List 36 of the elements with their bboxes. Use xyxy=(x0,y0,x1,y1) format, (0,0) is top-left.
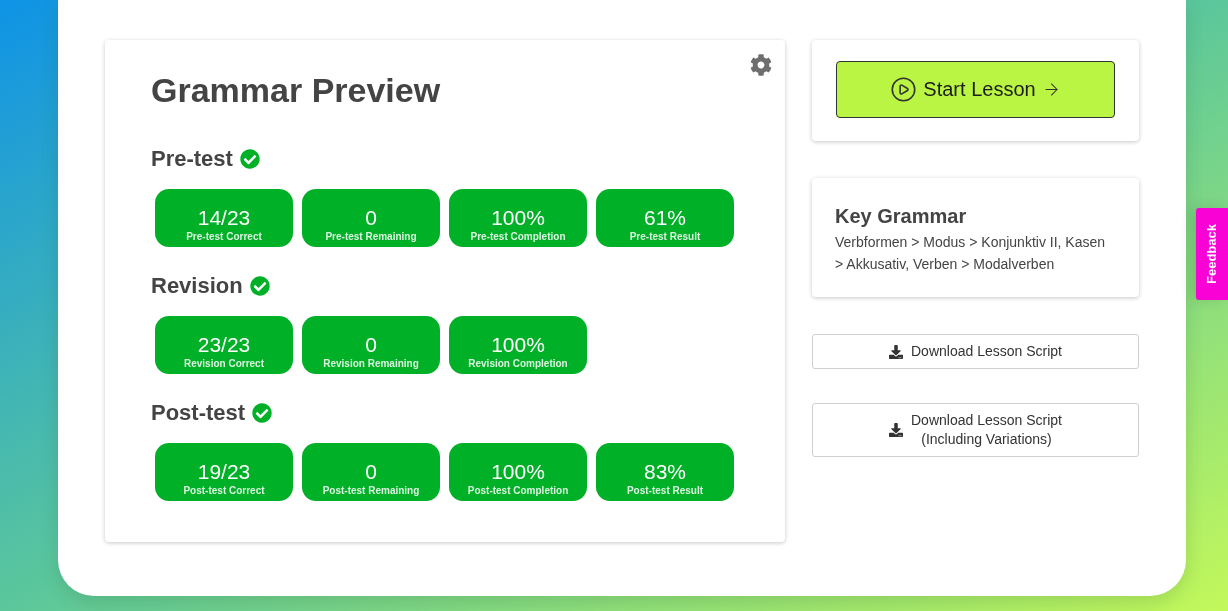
stat-label: Post-test Result xyxy=(626,485,704,497)
stat-value: 100% xyxy=(491,334,545,356)
start-lesson-button[interactable]: Start Lesson xyxy=(836,61,1115,118)
stat-label: Post-test Correct xyxy=(183,485,265,497)
stat-label: Post-test Completion xyxy=(467,485,569,497)
key-grammar-text: Verbformen > Modus > Konjunktiv II, Kasen > Akkusativ, Verben > Modalverben xyxy=(835,233,1107,274)
download-icon xyxy=(889,423,903,437)
section-heading: Pre-test xyxy=(151,146,233,172)
stat-value: 0 xyxy=(365,461,377,483)
download-icon xyxy=(889,344,903,359)
stat-label: Pre-test Result xyxy=(629,231,701,243)
card-title: Grammar Preview xyxy=(151,70,442,110)
stat-label: Pre-test Remaining xyxy=(325,231,417,243)
stat-value: 83% xyxy=(644,461,686,483)
settings-icon[interactable] xyxy=(750,54,772,76)
stat-label: Revision Correct xyxy=(184,358,264,370)
stat-value: 19/23 xyxy=(197,461,251,483)
download-button[interactable]: Download Lesson Script (Including Variations) xyxy=(812,403,1139,457)
stat-value: 0 xyxy=(365,334,377,356)
stat-label: Pre-test Completion xyxy=(470,231,566,243)
stat-value: 23/23 xyxy=(197,334,251,356)
stat-label: Post-test Remaining xyxy=(322,485,420,497)
stat-label: Pre-test Correct xyxy=(186,231,262,243)
play-circle-icon xyxy=(890,76,918,103)
stat-value: 61% xyxy=(644,207,686,229)
section-heading: Revision xyxy=(151,273,243,299)
stat-label: Revision Completion xyxy=(468,358,568,370)
download-button[interactable]: Download Lesson Script xyxy=(812,334,1139,369)
stat-value: 0 xyxy=(365,207,377,229)
stat-value: 14/23 xyxy=(197,207,251,229)
stat-value: 100% xyxy=(491,461,545,483)
stat-label: Revision Remaining xyxy=(323,358,419,370)
feedback-tab[interactable]: Feedback xyxy=(1196,208,1228,300)
key-grammar-title: Key Grammar xyxy=(835,204,968,229)
stat-value: 100% xyxy=(491,207,545,229)
section-heading: Post-test xyxy=(151,400,246,426)
